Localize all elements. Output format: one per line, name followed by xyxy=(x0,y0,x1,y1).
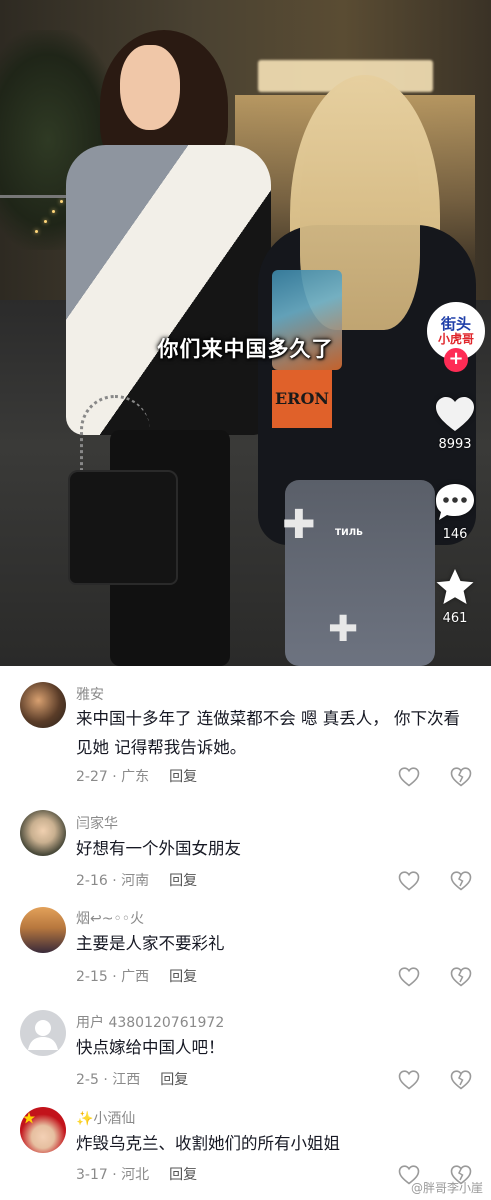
hoodie-label: ERON xyxy=(272,370,332,428)
comment-date: 2-5 xyxy=(76,1072,99,1088)
meta-separator: · xyxy=(107,873,122,889)
favorite-button[interactable]: 461 xyxy=(425,568,485,626)
heart-outline-icon[interactable] xyxy=(398,1070,420,1090)
comment-location: 河北 xyxy=(121,1167,150,1183)
broken-heart-icon[interactable] xyxy=(450,967,472,987)
commenter-name[interactable]: ✨小酒仙 xyxy=(76,1108,135,1128)
comment-location: 广西 xyxy=(121,969,150,985)
reply-button[interactable]: 回复 xyxy=(169,1167,197,1183)
comment-date: 3-17 xyxy=(76,1167,108,1183)
heart-outline-icon[interactable] xyxy=(398,871,420,891)
broken-heart-icon[interactable] xyxy=(450,871,472,891)
reply-button[interactable]: 回复 xyxy=(169,769,197,785)
creator-avatar-subtext: 小虎哥 xyxy=(437,331,474,346)
comment-date: 2-15 xyxy=(76,969,108,985)
watermark: @胖哥李小崖 xyxy=(410,1181,483,1195)
cross-patch: ✚ xyxy=(328,609,359,650)
meta-separator: · xyxy=(107,769,122,785)
sleeve-tag: ТИЛЬ xyxy=(335,528,364,538)
comment-text: 炸毁乌克兰、收割她们的所有小姐姐 xyxy=(76,1134,340,1153)
comment-meta: 2-27 · 广东 回复 xyxy=(76,766,197,786)
commenter-avatar[interactable] xyxy=(20,810,66,856)
heart-outline-icon[interactable] xyxy=(398,767,420,787)
comment-text: 来中国十多年了 连做菜都不会 嗯 真丢人， 你下次看见她 记得帮我告诉她。 xyxy=(76,709,460,757)
heart-icon xyxy=(436,397,474,431)
reply-button[interactable]: 回复 xyxy=(160,1072,188,1088)
reply-button[interactable]: 回复 xyxy=(169,873,197,889)
commenter-name[interactable]: 用户 4380120761972 xyxy=(76,1012,224,1032)
favorite-count: 461 xyxy=(442,611,468,626)
comment-icon xyxy=(436,484,474,520)
comment-text: 好想有一个外国女朋友 xyxy=(76,839,241,858)
comment-date: 2-27 xyxy=(76,769,108,785)
comment-location: 河南 xyxy=(121,873,150,889)
like-count: 8993 xyxy=(438,437,472,452)
commenter-avatar[interactable] xyxy=(20,682,66,728)
comment-text: 快点嫁给中国人吧！ xyxy=(76,1038,225,1057)
follow-button[interactable]: + xyxy=(444,348,468,372)
video-subtitle: 你们来中国多久了 xyxy=(157,337,334,361)
like-button[interactable]: 8993 xyxy=(425,396,485,452)
meta-separator: · xyxy=(107,969,122,985)
comment-meta: 2-15 · 广西 回复 xyxy=(76,966,197,986)
user-silhouette-icon xyxy=(28,1020,58,1050)
comment-location: 广东 xyxy=(121,769,150,785)
meta-separator: · xyxy=(107,1167,122,1183)
commenter-name[interactable]: 雅安 xyxy=(76,684,104,704)
comment-meta: 3-17 · 河北 回复 xyxy=(76,1164,197,1184)
comment-date: 2-16 xyxy=(76,873,108,889)
broken-heart-icon[interactable] xyxy=(450,767,472,787)
commenter-name[interactable]: 烟↩~◦◦火 xyxy=(76,908,144,928)
commenter-avatar[interactable] xyxy=(20,907,66,953)
handbag xyxy=(68,470,178,585)
commenter-name[interactable]: 闫家华 xyxy=(76,813,118,833)
comment-count: 146 xyxy=(442,527,468,542)
person-left-face xyxy=(120,45,180,130)
default-avatar[interactable] xyxy=(20,1010,66,1056)
star-icon xyxy=(436,569,474,604)
star-flag-icon xyxy=(23,1112,35,1124)
creator-avatar[interactable]: 街头 小虎哥 + xyxy=(427,302,485,372)
comment-button[interactable]: 146 xyxy=(425,482,485,542)
heart-outline-icon[interactable] xyxy=(398,967,420,987)
comment-meta: 2-5 · 江西 回复 xyxy=(76,1069,188,1089)
meta-separator: · xyxy=(98,1072,113,1088)
reply-button[interactable]: 回复 xyxy=(169,969,197,985)
comment-list[interactable]: 雅安 来中国十多年了 连做菜都不会 嗯 真丢人， 你下次看见她 记得帮我告诉她。… xyxy=(0,666,491,1200)
creator-avatar-text: 街头 xyxy=(440,314,471,333)
cross-patch: ✚ xyxy=(282,502,316,548)
comment-text: 主要是人家不要彩礼 xyxy=(76,934,225,953)
comment-meta: 2-16 · 河南 回复 xyxy=(76,870,197,890)
comment-location: 江西 xyxy=(112,1072,141,1088)
video-player[interactable]: ERON ✚ ✚ ТИЛЬ 你们来中国多久了 街头 小虎哥 + 8993 146 xyxy=(0,0,491,666)
commenter-avatar[interactable] xyxy=(20,1107,66,1153)
person-left-jacket xyxy=(66,145,271,435)
broken-heart-icon[interactable] xyxy=(450,1070,472,1090)
